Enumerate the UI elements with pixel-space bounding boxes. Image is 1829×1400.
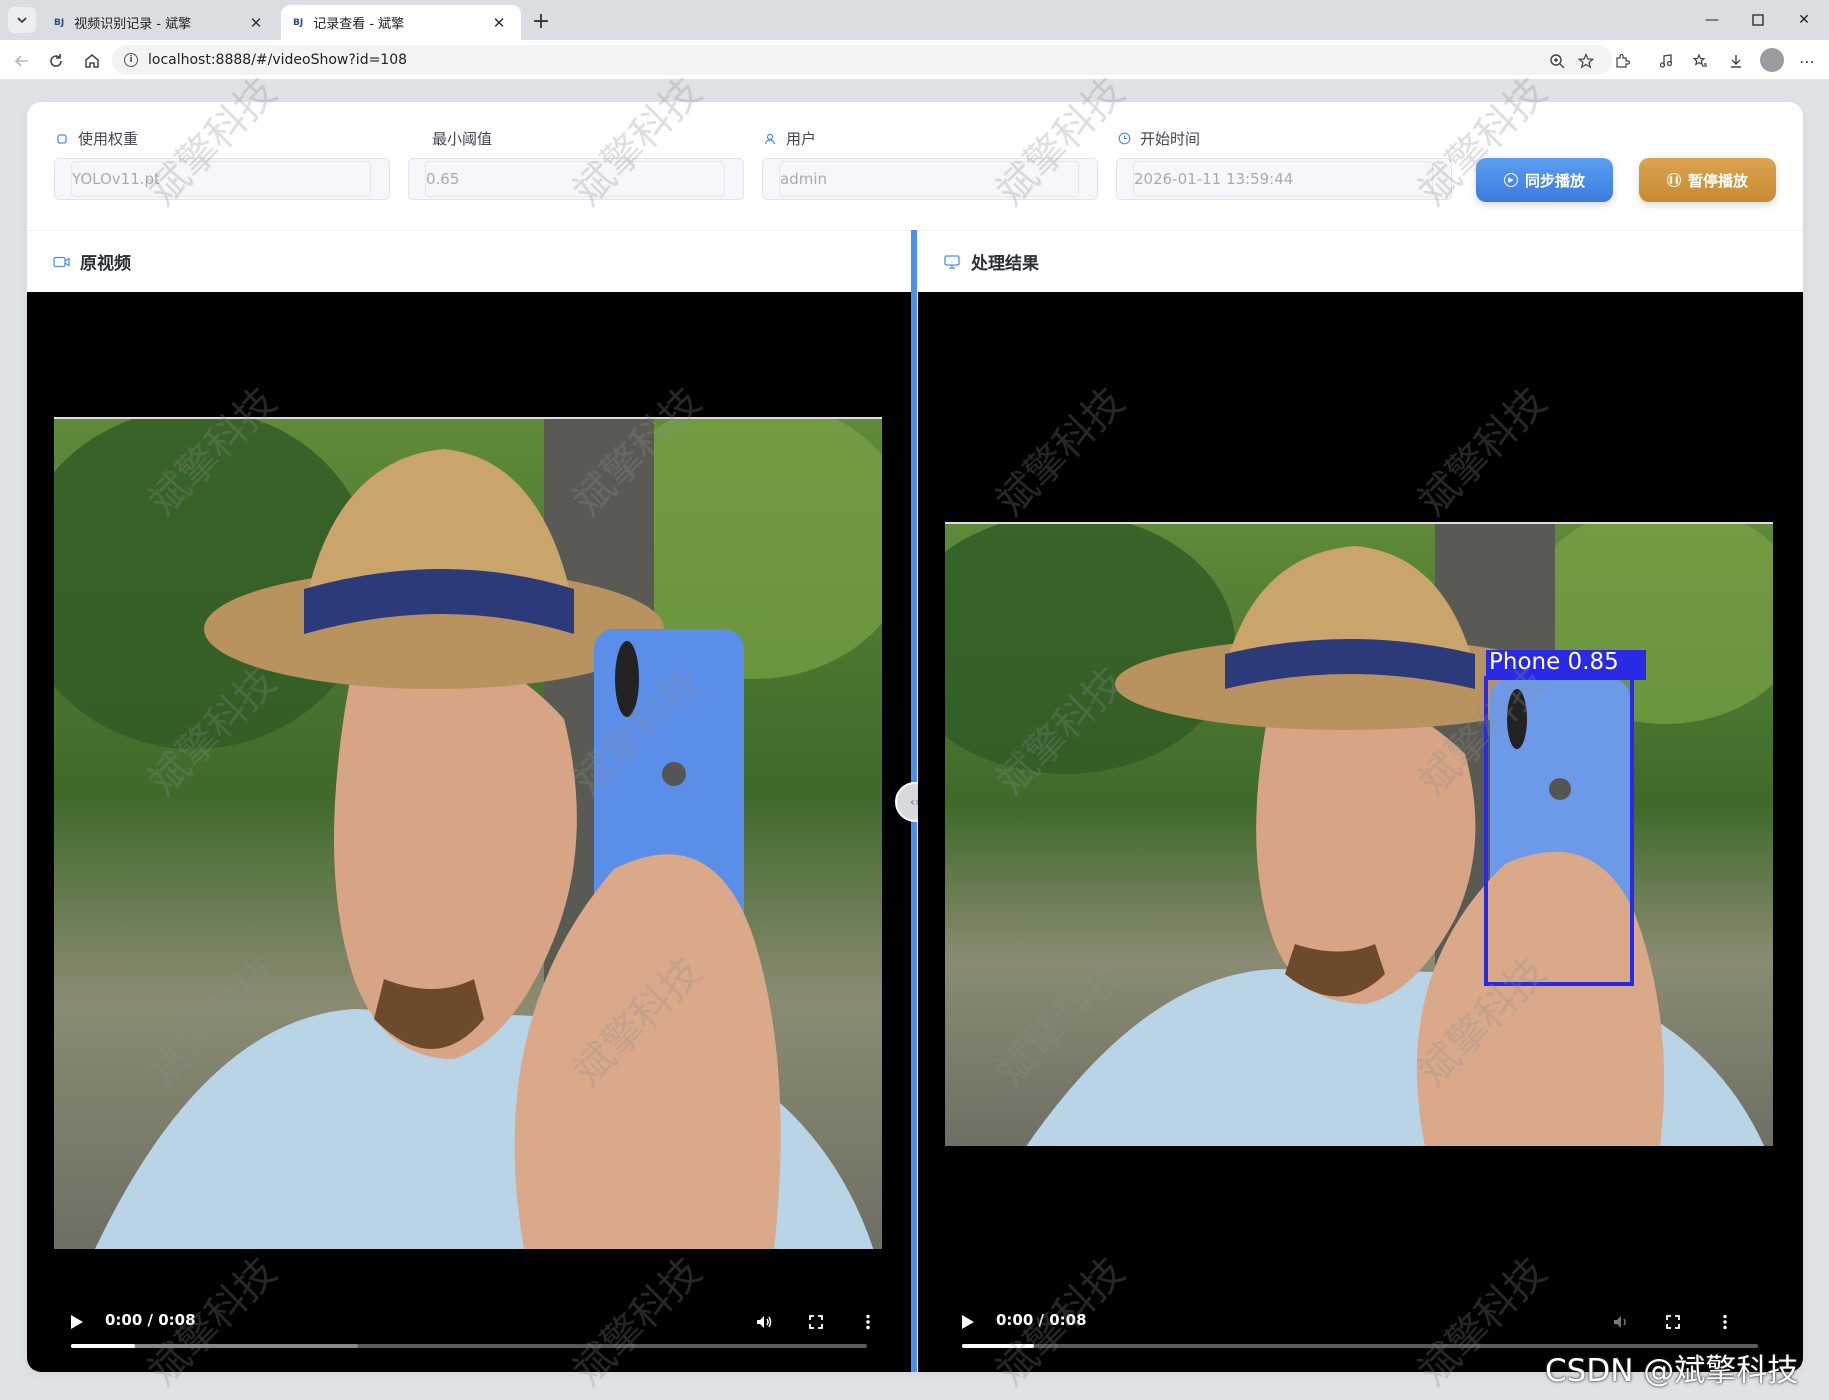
arrow-left-icon [14, 55, 28, 67]
user-value: admin [779, 161, 1079, 197]
tab-title: 记录查看 - 斌擎 [313, 17, 405, 32]
collections-icon[interactable] [1686, 47, 1714, 75]
weight-label: 使用权重 [54, 128, 138, 149]
original-video-title: 原视频 [80, 254, 131, 274]
user-field[interactable]: admin [762, 158, 1098, 200]
play-circle-icon: ▶ [1503, 173, 1518, 187]
video-camera-icon [53, 255, 71, 269]
browser-tab-bar: BJ 视频识别记录 - 斌擎 ✕ BJ 记录查看 - 斌擎 ✕ + — ✕ [0, 0, 1829, 40]
refresh-icon [50, 54, 62, 67]
zoom-icon[interactable] [1543, 47, 1571, 75]
original-video-player[interactable]: 0:00 / 0:08 [27, 292, 911, 1372]
chevron-down-icon [17, 17, 27, 24]
extensions-icon[interactable] [1608, 47, 1636, 75]
browser-tab-record-view[interactable]: BJ 记录查看 - 斌擎 ✕ [281, 5, 521, 40]
playback-time: 0:00 / 0:08 [105, 1311, 196, 1329]
fullscreen-icon[interactable] [805, 1311, 827, 1333]
volume-muted-icon[interactable] [1610, 1311, 1632, 1333]
played-range [962, 1344, 1034, 1348]
pause-circle-icon: ❚❚ [1666, 173, 1681, 187]
original-video-panel: 原视频 0:00 / 0:08 [27, 230, 911, 1372]
home-button[interactable] [78, 47, 106, 75]
new-tab-button[interactable]: + [528, 8, 554, 34]
result-video-header: 处理结果 [918, 230, 1803, 292]
user-label-text: 用户 [786, 130, 817, 148]
monitor-icon [944, 254, 962, 269]
more-options-icon[interactable] [857, 1311, 879, 1333]
more-menu-icon[interactable]: ⋯ [1793, 47, 1821, 75]
original-video-controls: 0:00 / 0:08 [27, 1306, 911, 1366]
home-icon [85, 54, 99, 68]
user-icon [762, 131, 778, 147]
threshold-value: 0.65 [425, 161, 725, 197]
site-info-icon[interactable]: i [124, 53, 138, 67]
play-icon[interactable] [71, 1315, 83, 1329]
close-tab-icon[interactable]: ✕ [489, 13, 509, 33]
tab-list-button[interactable] [8, 7, 36, 33]
minimize-window-button[interactable]: — [1692, 6, 1732, 34]
sync-play-label: 同步播放 [1524, 171, 1585, 190]
tab-title: 视频识别记录 - 斌擎 [74, 17, 192, 32]
refresh-button[interactable] [42, 47, 70, 75]
pause-play-button[interactable]: ❚❚ 暂停播放 [1639, 158, 1776, 202]
download-icon[interactable] [1722, 47, 1750, 75]
record-view-card: 使用权重 YOLOv11.pt 最小阈值 0.65 用户 admin 开始时间 … [27, 102, 1803, 1372]
site-favicon-icon: BJ [54, 17, 65, 28]
seek-bar[interactable] [71, 1344, 867, 1348]
url-text: localhost:8888/#/videoShow?id=108 [148, 52, 408, 68]
clock-icon [1116, 131, 1132, 147]
address-bar[interactable]: i localhost:8888/#/videoShow?id=108 [112, 45, 1612, 75]
user-label: 用户 [762, 128, 816, 149]
result-video-player[interactable]: Phone 0.85 0:00 / 0:08 [918, 292, 1803, 1372]
weight-field[interactable]: YOLOv11.pt [54, 158, 390, 200]
chip-icon [54, 131, 70, 147]
browser-toolbar: i localhost:8888/#/videoShow?id=108 ⋯ [0, 40, 1829, 80]
sync-play-button[interactable]: ▶ 同步播放 [1476, 158, 1613, 202]
played-range [71, 1344, 135, 1348]
credit-text: CSDN @斌擎科技 [1545, 1353, 1799, 1389]
original-video-header: 原视频 [27, 230, 911, 292]
volume-icon[interactable] [753, 1311, 775, 1333]
result-video-panel: 处理结果 Phone 0.85 0:00 / 0:08 [918, 230, 1803, 1372]
fullscreen-icon[interactable] [1662, 1311, 1684, 1333]
favorite-star-icon[interactable] [1572, 47, 1600, 75]
maximize-icon [1752, 14, 1764, 26]
start-time-value: 2026-01-11 13:59:44 [1133, 161, 1433, 197]
start-time-field[interactable]: 2026-01-11 13:59:44 [1116, 158, 1452, 200]
play-icon[interactable] [962, 1315, 974, 1329]
result-video-frame: Phone 0.85 [945, 522, 1773, 1146]
close-window-button[interactable]: ✕ [1784, 6, 1824, 34]
site-favicon-icon: BJ [293, 17, 304, 28]
profile-avatar[interactable] [1760, 48, 1784, 72]
result-video-title: 处理结果 [971, 254, 1039, 274]
pause-play-label: 暂停播放 [1687, 171, 1748, 190]
start-time-label: 开始时间 [1116, 128, 1200, 149]
threshold-field[interactable]: 0.65 [408, 158, 744, 200]
browser-tab-video-records[interactable]: BJ 视频识别记录 - 斌擎 ✕ [42, 5, 278, 40]
maximize-window-button[interactable] [1738, 6, 1778, 34]
media-control-icon[interactable] [1652, 47, 1680, 75]
start-time-label-text: 开始时间 [1140, 130, 1201, 148]
page-background: 使用权重 YOLOv11.pt 最小阈值 0.65 用户 admin 开始时间 … [0, 80, 1829, 1400]
back-button[interactable] [8, 47, 36, 75]
playback-time: 0:00 / 0:08 [996, 1311, 1087, 1329]
detection-label: Phone 0.85 [1489, 649, 1619, 675]
weight-value: YOLOv11.pt [71, 161, 371, 197]
original-video-frame [54, 417, 882, 1249]
close-tab-icon[interactable]: ✕ [246, 13, 266, 33]
more-options-icon[interactable] [1714, 1311, 1736, 1333]
threshold-label: 最小阈值 [432, 130, 493, 148]
weight-label-text: 使用权重 [78, 130, 139, 148]
